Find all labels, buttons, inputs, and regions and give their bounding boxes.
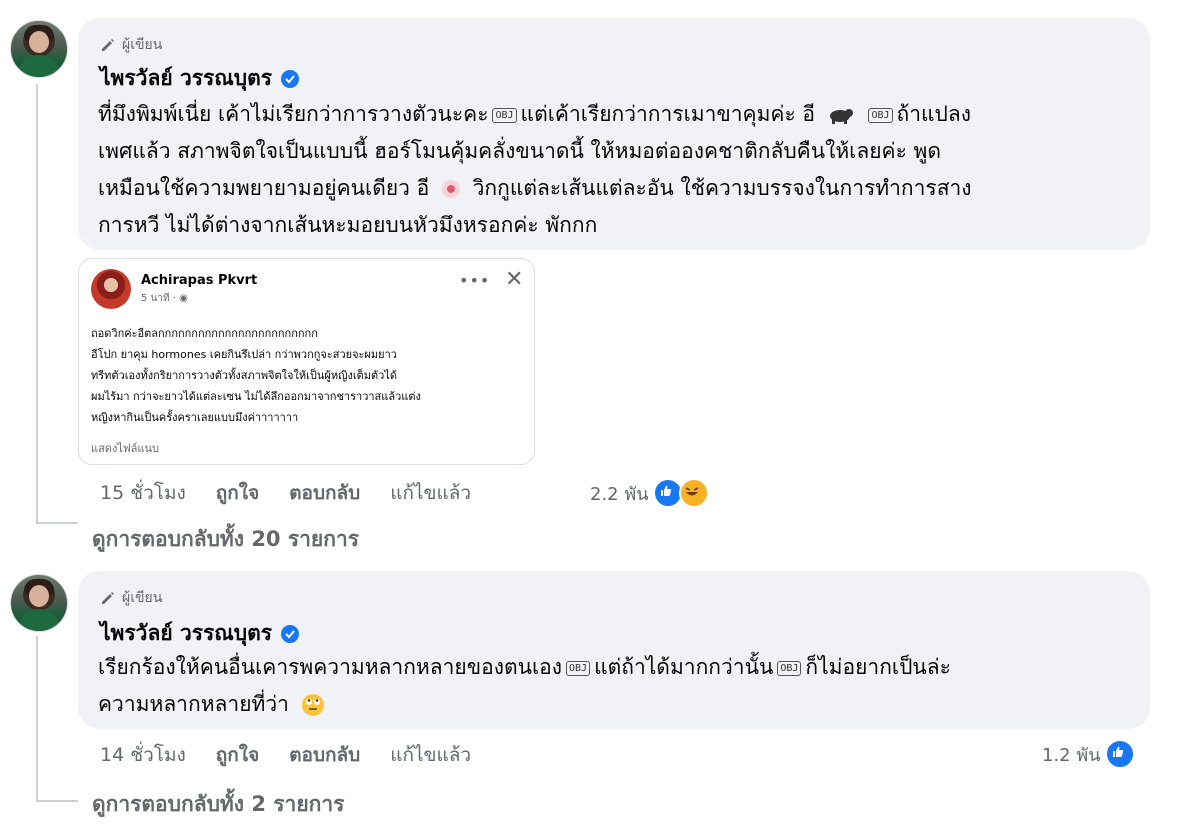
comment-actions: 15 ชั่วโมง ถูกใจ ตอบกลับ แก้ไขแล้ว [100,478,501,508]
comment-line: การหวี ไม่ได้ต่างจากเส้นหะมอยบนหัวมึงหรอ… [98,213,598,237]
flower-emoji-icon [441,180,460,198]
haha-reaction-icon [678,478,709,508]
comment-bubble: ผู้เขียน ไพรวัลย์ วรรณบุตร ที่มึงพิมพ์เน… [78,18,1150,250]
thread-line [36,84,38,524]
reply-button[interactable]: ตอบกลับ [289,740,360,770]
comment-actions: 14 ชั่วโมง ถูกใจ ตอบกลับ แก้ไขแล้ว [100,740,501,770]
reaction-summary[interactable]: 2.2 พัน [590,478,709,508]
edited-label[interactable]: แก้ไขแล้ว [390,478,471,508]
author-tag-label: ผู้เขียน [122,590,163,606]
shared-post-text: ถอดวิกค่ะอีตลกกกกกกกกกกกกกกกกกกกกกกกก อี… [91,327,421,424]
commenter-name[interactable]: ไพรวัลย์ วรรณบุตร [100,617,272,650]
comment-line: เพศแล้ว สภาพจิตใจเป็นแบบนี้ ฮอร์โมนคุ้มค… [98,139,942,163]
author-badge: ผู้เขียน [100,34,162,56]
reaction-count: 2.2 พัน [590,483,649,505]
author-badge: ผู้เขียน [100,587,162,609]
comment-time[interactable]: 14 ชั่วโมง [100,740,186,770]
comment-text: เรียกร้องให้คนอื่นเคารพความหลากหลายของตน… [98,649,1138,723]
object-replacement-icon: OBJ [566,660,591,676]
thread-line-curve [36,800,78,802]
comment-line: เรียกร้องให้คนอื่นเคารพความหลากหลายของตน… [98,655,951,679]
bull-emoji-icon [829,109,853,124]
comment-bubble: ผู้เขียน ไพรวัลย์ วรรณบุตร เรียกร้องให้ค… [78,571,1150,729]
like-button[interactable]: ถูกใจ [216,478,259,508]
edited-label[interactable]: แก้ไขแล้ว [390,740,471,770]
more-options-icon[interactable]: ••• [459,271,490,290]
view-replies-link[interactable]: ดูการตอบกลับทั้ง 2 รายการ [92,788,344,821]
object-replacement-icon: OBJ [777,660,802,676]
comment-line: ที่มึงพิมพ์เนี่ย เค้าไม่เรียกว่าการวางตั… [98,102,971,126]
verified-badge-icon [281,69,300,88]
comment-line: ความหลากหลายที่ว่า [98,686,1138,723]
show-attachment-link[interactable]: แสดงไฟล์แนบ [91,439,159,457]
thread-line-curve [36,522,78,524]
globe-icon: ◉ [179,293,188,304]
like-button[interactable]: ถูกใจ [216,740,259,770]
reaction-summary[interactable]: 1.2 พัน [1042,739,1135,769]
rolling-eyes-emoji-icon [301,694,324,716]
close-icon[interactable]: ✕ [505,267,523,292]
reply-button[interactable]: ตอบกลับ [289,478,360,508]
verified-badge-icon [281,624,300,643]
object-replacement-icon: OBJ [492,107,517,123]
shared-post-avatar[interactable] [91,269,131,309]
like-reaction-icon [1104,739,1135,769]
comment-line: เหมือนใช้ความพยายามอยู่คนเดียว อี วิกกูแ… [98,176,972,200]
pencil-icon [102,592,114,604]
thread-line [36,636,38,802]
reaction-count: 1.2 พัน [1042,744,1101,766]
view-replies-link[interactable]: ดูการตอบกลับทั้ง 20 รายการ [92,523,359,556]
pencil-icon [102,39,114,51]
comment-text: ที่มึงพิมพ์เนี่ย เค้าไม่เรียกว่าการวางตั… [98,96,1138,244]
object-replacement-icon: OBJ [868,107,893,123]
avatar[interactable] [10,574,68,632]
avatar[interactable] [10,20,68,78]
comment-time[interactable]: 15 ชั่วโมง [100,478,186,508]
shared-post-author[interactable]: Achirapas Pkvrt [141,273,257,288]
shared-post-time: 5 นาที · ◉ [141,293,188,304]
author-tag-label: ผู้เขียน [122,37,163,53]
shared-post-card[interactable]: Achirapas Pkvrt 5 นาที · ◉ ••• ✕ ถอดวิกค… [78,258,535,465]
commenter-name[interactable]: ไพรวัลย์ วรรณบุตร [100,62,272,95]
